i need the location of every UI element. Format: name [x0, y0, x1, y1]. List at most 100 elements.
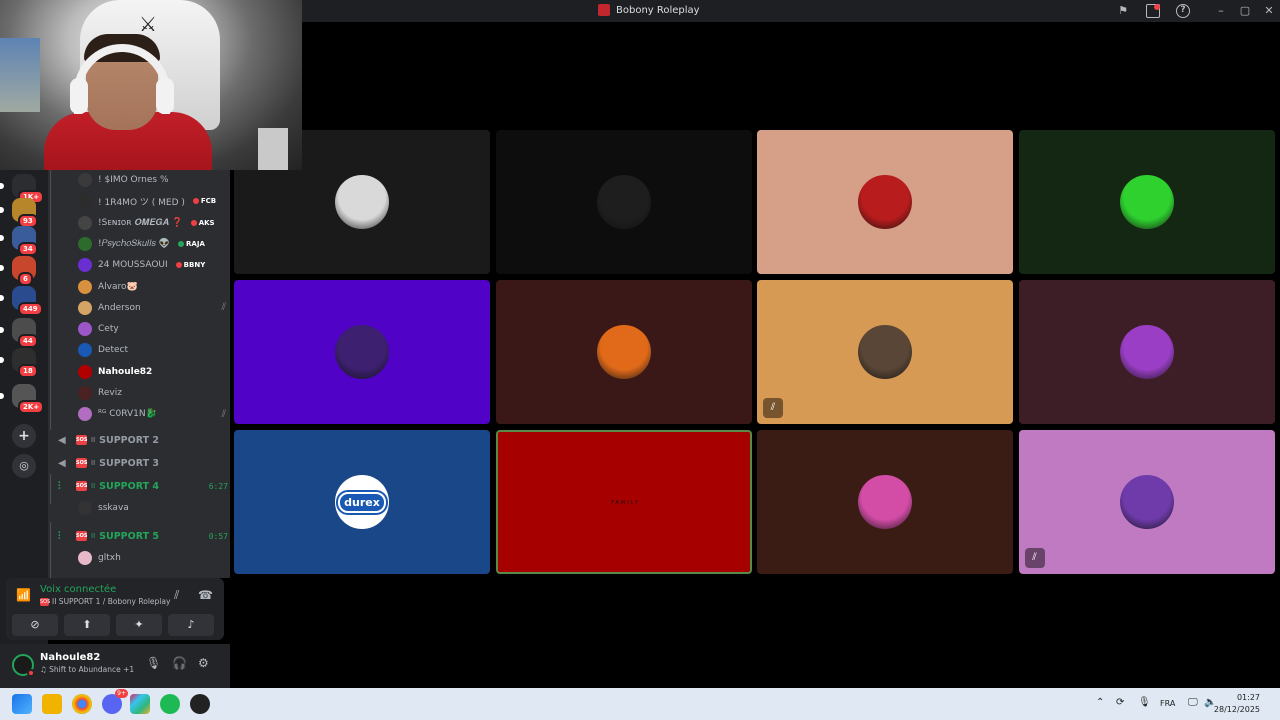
webcam-overlay: ⚔: [0, 0, 302, 170]
language-indicator[interactable]: FRA: [1160, 699, 1175, 708]
discover-button[interactable]: ◎: [12, 454, 36, 478]
video-tile[interactable]: ⫽: [1018, 430, 1275, 574]
video-tile[interactable]: durex: [234, 430, 490, 574]
gear-icon[interactable]: ⚙: [198, 656, 209, 670]
voice-user-name: Anderson: [98, 302, 141, 313]
voice-user-row[interactable]: Cety: [78, 319, 226, 339]
video-tile[interactable]: [1018, 130, 1275, 274]
headset-icon[interactable]: 🎧: [172, 656, 187, 670]
voice-user-row[interactable]: !𝑃𝑠𝑦𝑐ℎ𝑜𝑆𝑘𝑢𝑙𝑙𝑠 👽 RAJA: [78, 234, 226, 254]
participant-avatar: [858, 175, 912, 229]
voice-user-row[interactable]: Anderson ⫽: [78, 298, 226, 318]
voice-user-name: ! $IMO Ornes %: [98, 175, 169, 185]
username[interactable]: Nahoule82: [40, 652, 100, 663]
voice-user-row[interactable]: !Sᴇɴɪᴏʀ 𝑶𝑴𝑬𝑮𝑨 ❓ AKS: [78, 213, 226, 233]
voice-user-row[interactable]: sskava: [78, 498, 226, 518]
voice-user-name: Cety: [98, 324, 119, 335]
discord-icon[interactable]: 9+: [102, 689, 128, 714]
channel-sidebar: ! $IMO Ornes % ! 1R4MO ツ ( MED ) FCB !Sᴇɴɪᴏ…: [48, 170, 230, 578]
voice-user-row[interactable]: 24 MOUSSAOUI BBNY: [78, 255, 226, 275]
sos-icon: SOS: [76, 458, 88, 468]
clock[interactable]: 01:27 28/12/2025: [1214, 692, 1260, 716]
server-badge: 18: [18, 364, 38, 378]
headphone-ear-right: [156, 78, 174, 114]
video-tile[interactable]: [757, 130, 1013, 274]
voice-user-row[interactable]: Alvaro🐷: [78, 277, 226, 297]
speaker-icon: ◀: [58, 457, 66, 469]
screen-share-button[interactable]: ⬆: [64, 614, 110, 636]
voice-user-row[interactable]: gltxh: [78, 548, 226, 568]
voice-channel-2[interactable]: ◀ SOS II SUPPORT 2: [58, 430, 228, 450]
background-object: [258, 128, 288, 170]
voice-user-name: !Sᴇɴɪᴏʀ 𝑶𝑴𝑬𝑮𝑨 ❓: [98, 217, 183, 228]
video-tile[interactable]: [234, 280, 490, 424]
soundboard-button[interactable]: ♪: [168, 614, 214, 636]
voice-active-icon: ⫶: [58, 530, 61, 542]
avatar: [78, 364, 92, 379]
signal-icon[interactable]: 📶: [16, 588, 31, 602]
help-icon[interactable]: ?: [1176, 4, 1190, 18]
server-badge: 6: [18, 272, 33, 286]
camera-off-button[interactable]: ⊘: [12, 614, 58, 636]
microphone-tray-icon[interactable]: 🎙: [1138, 697, 1151, 708]
display-icon[interactable]: 🖵: [1188, 697, 1198, 708]
flag-icon[interactable]: ⚑: [1116, 4, 1130, 18]
clan-tag: BBNY: [175, 261, 206, 270]
inbox-icon[interactable]: [1146, 4, 1160, 18]
voice-channel-label: II SUPPORT 1 / Bobony Roleplay: [52, 597, 171, 606]
avatar[interactable]: [12, 654, 35, 677]
unread-pill: [0, 183, 4, 189]
file-explorer-icon[interactable]: [42, 694, 62, 714]
video-tile[interactable]: [495, 280, 752, 424]
window-title-text: Bobony Roleplay: [616, 4, 700, 16]
spotify-icon[interactable]: [160, 694, 180, 714]
voice-channel-4[interactable]: ⫶ SOS II SUPPORT 4 6:27: [58, 476, 228, 496]
maximize-icon[interactable]: ▢: [1238, 4, 1252, 18]
voice-channel-link[interactable]: SOS II SUPPORT 1 / Bobony Roleplay: [40, 597, 170, 606]
voice-user-row[interactable]: ᴿᴳ C0RV1N🐉 ⫽: [78, 404, 226, 424]
close-icon[interactable]: ✕: [1262, 4, 1276, 18]
voice-user-row[interactable]: Nahoule82: [78, 362, 226, 382]
disconnect-icon[interactable]: ☎: [198, 588, 213, 602]
chevron-up-icon[interactable]: ⌃: [1096, 697, 1104, 708]
voice-user-row[interactable]: Detect: [78, 340, 226, 360]
minimize-icon[interactable]: –: [1214, 4, 1228, 18]
participant-avatar: [335, 325, 389, 379]
voice-active-icon: ⫶: [58, 480, 61, 492]
voice-channel-3[interactable]: ◀ SOS II SUPPORT 3: [58, 453, 228, 473]
voice-user-row[interactable]: Reviz: [78, 383, 226, 403]
video-tile[interactable]: ⫽: [757, 280, 1013, 424]
unread-pill: [0, 207, 4, 213]
video-tile[interactable]: FAMILY: [495, 430, 752, 574]
video-tile[interactable]: [1018, 280, 1275, 424]
activities-button[interactable]: ✦: [116, 614, 162, 636]
app-icon[interactable]: [190, 694, 210, 714]
slack-icon[interactable]: [130, 694, 150, 714]
clan-tag-text: BBNY: [183, 261, 206, 270]
tag-icon: [192, 198, 199, 205]
video-tile[interactable]: [757, 430, 1013, 574]
tree-line: [50, 474, 51, 504]
windows-start-icon[interactable]: [12, 694, 32, 714]
avatar: [78, 300, 92, 315]
sync-icon[interactable]: ⟳: [1116, 697, 1124, 708]
video-tile[interactable]: [495, 130, 752, 274]
durex-logo: durex: [338, 491, 386, 513]
voice-user-name: sskava: [98, 503, 129, 513]
voice-user-row[interactable]: ! $IMO Ornes %: [78, 170, 226, 190]
microphone-icon[interactable]: 🎙: [146, 656, 161, 670]
voice-connected-panel: 📶 Voix connectée SOS II SUPPORT 1 / Bobo…: [6, 578, 224, 640]
noise-suppression-icon[interactable]: ⫽: [174, 588, 179, 603]
voice-channel-5[interactable]: ⫶ SOS II SUPPORT 5 0:57: [58, 526, 228, 546]
channel-prefix: II: [91, 482, 96, 490]
add-server-button[interactable]: +: [12, 424, 36, 448]
family-logo: FAMILY: [611, 500, 640, 506]
status-dot: [27, 669, 35, 677]
chrome-icon[interactable]: [72, 694, 92, 714]
unread-pill: [0, 295, 4, 301]
voice-status[interactable]: Voix connectée: [40, 584, 116, 595]
tag-icon: [190, 219, 197, 226]
server-badge: 2K+: [18, 400, 45, 414]
unread-pill: [0, 393, 4, 399]
voice-user-row[interactable]: ! 1R4MO ツ ( MED ) FCB: [78, 191, 226, 211]
